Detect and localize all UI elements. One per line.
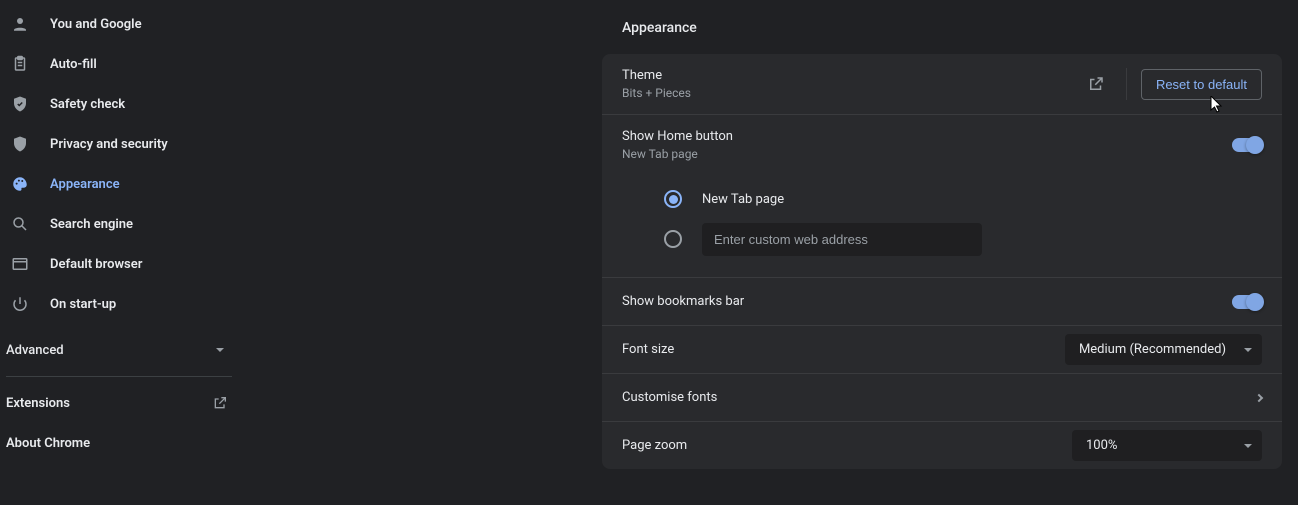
- theme-label: Theme: [622, 68, 1080, 83]
- chevron-right-icon: [1255, 393, 1263, 401]
- home-button-options: New Tab page: [602, 175, 1282, 277]
- power-icon: [10, 294, 30, 314]
- reset-to-default-button[interactable]: Reset to default: [1141, 69, 1262, 100]
- page-zoom-value: 100%: [1086, 438, 1117, 453]
- appearance-panel: Theme Bits + Pieces Reset to default Sho…: [602, 54, 1282, 469]
- page-zoom-label: Page zoom: [622, 438, 1072, 453]
- sidebar-item-auto-fill[interactable]: Auto-fill: [0, 44, 238, 84]
- row-home-button: Show Home button New Tab page: [602, 114, 1282, 175]
- sidebar-item-label: Appearance: [50, 177, 120, 192]
- page-zoom-select[interactable]: 100%: [1072, 430, 1262, 461]
- sidebar-item-about-chrome[interactable]: About Chrome: [0, 423, 238, 463]
- bookmarks-label: Show bookmarks bar: [622, 294, 1232, 309]
- sidebar-item-label: Default browser: [50, 257, 142, 272]
- clipboard-icon: [10, 54, 30, 74]
- font-size-select[interactable]: Medium (Recommended): [1065, 334, 1262, 365]
- sidebar-item-label: Search engine: [50, 217, 133, 232]
- font-size-value: Medium (Recommended): [1079, 342, 1226, 357]
- sidebar-item-label: Safety check: [50, 97, 125, 112]
- shield-icon: [10, 134, 30, 154]
- advanced-label: Advanced: [6, 343, 64, 358]
- home-button-subtext: New Tab page: [622, 147, 1232, 161]
- sidebar-item-search-engine[interactable]: Search engine: [0, 204, 238, 244]
- advanced-toggle[interactable]: Advanced: [0, 330, 238, 370]
- sidebar-item-label: On start-up: [50, 297, 116, 312]
- row-font-size: Font size Medium (Recommended): [602, 325, 1282, 373]
- row-bookmarks-bar: Show bookmarks bar: [602, 277, 1282, 325]
- chevron-down-icon: [1244, 348, 1252, 352]
- sidebar-item-safety-check[interactable]: Safety check: [0, 84, 238, 124]
- sidebar-item-default-browser[interactable]: Default browser: [0, 244, 238, 284]
- sidebar-item-on-startup[interactable]: On start-up: [0, 284, 238, 324]
- browser-icon: [10, 254, 30, 274]
- sidebar-item-privacy-security[interactable]: Privacy and security: [0, 124, 238, 164]
- custom-address-input[interactable]: [702, 223, 982, 256]
- chevron-down-icon: [216, 348, 224, 352]
- radio-new-tab-page[interactable]: [664, 190, 682, 208]
- divider: [6, 376, 232, 377]
- radio-custom-address[interactable]: [664, 230, 682, 248]
- home-button-label: Show Home button: [622, 129, 1232, 144]
- extensions-label: Extensions: [6, 396, 70, 411]
- open-external-icon: [212, 395, 228, 411]
- chevron-down-icon: [1244, 444, 1252, 448]
- search-icon: [10, 214, 30, 234]
- palette-icon: [10, 174, 30, 194]
- person-icon: [10, 14, 30, 34]
- sidebar-item-label: Privacy and security: [50, 137, 168, 152]
- row-customise-fonts[interactable]: Customise fonts: [602, 373, 1282, 421]
- customise-fonts-label: Customise fonts: [622, 390, 1256, 405]
- divider: [1126, 68, 1127, 100]
- sidebar-item-label: You and Google: [50, 17, 142, 32]
- shield-check-icon: [10, 94, 30, 114]
- home-button-toggle[interactable]: [1232, 138, 1262, 152]
- theme-subtext: Bits + Pieces: [622, 86, 1080, 100]
- open-theme-external-button[interactable]: [1080, 68, 1112, 100]
- row-page-zoom: Page zoom 100%: [602, 421, 1282, 469]
- section-title: Appearance: [622, 20, 1282, 36]
- font-size-label: Font size: [622, 342, 1065, 357]
- sidebar-item-you-and-google[interactable]: You and Google: [0, 4, 238, 44]
- bookmarks-toggle[interactable]: [1232, 295, 1262, 309]
- radio-new-tab-label: New Tab page: [702, 192, 784, 207]
- row-theme: Theme Bits + Pieces Reset to default: [602, 54, 1282, 114]
- sidebar-item-appearance[interactable]: Appearance: [0, 164, 238, 204]
- sidebar-item-extensions[interactable]: Extensions: [0, 383, 238, 423]
- about-label: About Chrome: [6, 436, 90, 451]
- sidebar-item-label: Auto-fill: [50, 57, 97, 72]
